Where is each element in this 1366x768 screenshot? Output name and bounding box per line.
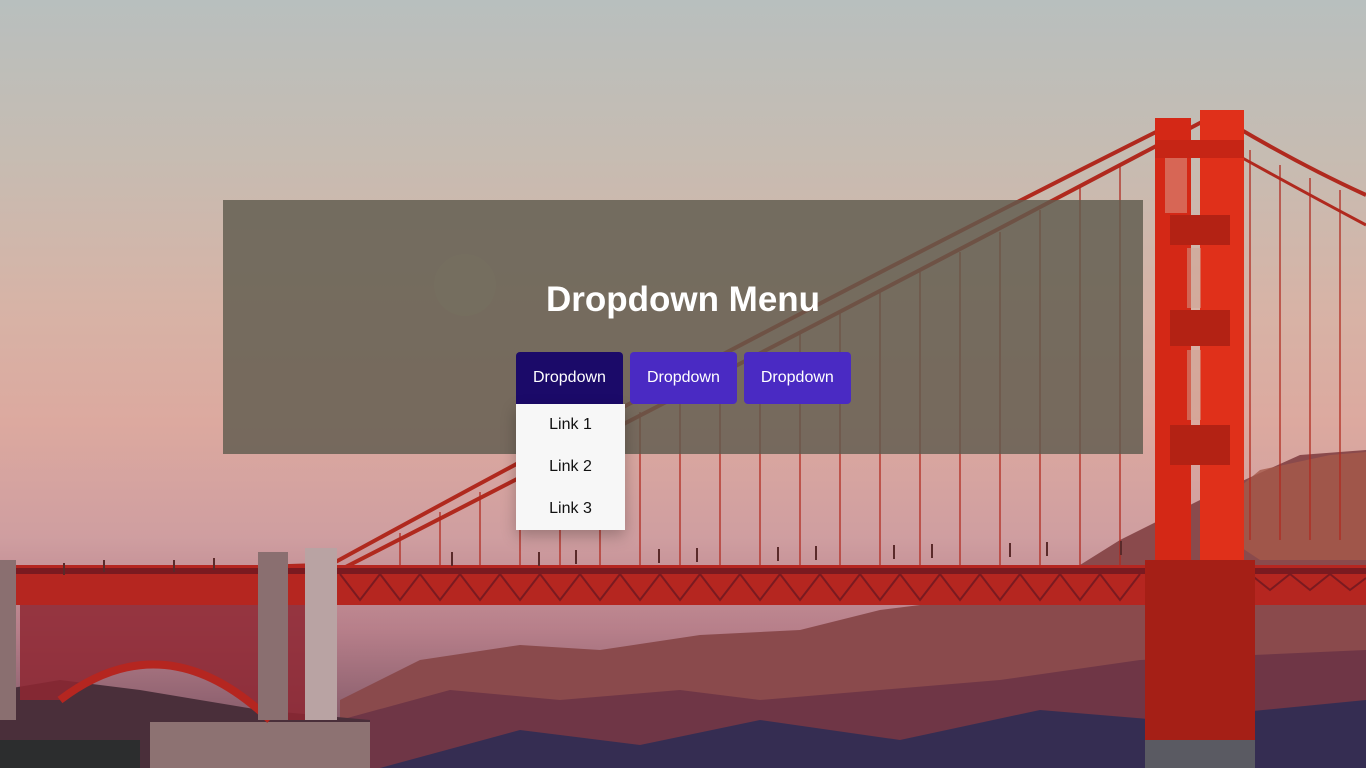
dropdown-link-3[interactable]: Link 3 xyxy=(516,488,625,530)
dropdown-button-3[interactable]: Dropdown xyxy=(743,352,851,404)
dropdown-row: Dropdown Link 1 Link 2 Link 3 Dropdown D… xyxy=(516,352,851,530)
dropdown-link-1[interactable]: Link 1 xyxy=(516,404,625,446)
content-panel xyxy=(223,200,1143,454)
dropdown-1: Dropdown Link 1 Link 2 Link 3 xyxy=(516,352,625,530)
page-title: Dropdown Menu xyxy=(545,280,821,319)
left-pylon xyxy=(305,548,337,720)
dropdown-button-1[interactable]: Dropdown xyxy=(516,352,623,404)
dropdown-link-2[interactable]: Link 2 xyxy=(516,446,625,488)
dropdown-2: Dropdown xyxy=(629,352,737,404)
dropdown-3: Dropdown xyxy=(743,352,851,404)
dropdown-menu-1: Link 1 Link 2 Link 3 xyxy=(516,404,625,530)
bridge-tower xyxy=(1145,110,1255,768)
dropdown-button-2[interactable]: Dropdown xyxy=(629,352,737,404)
